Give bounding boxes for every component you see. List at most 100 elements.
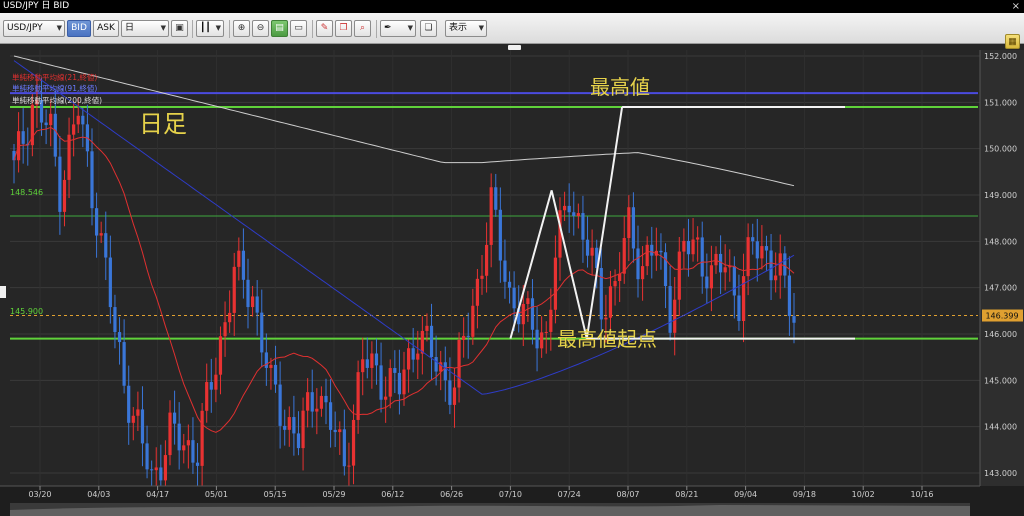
candle-body [333,429,337,433]
ask-toggle[interactable]: ASK [93,20,119,37]
candle-body [700,237,704,277]
level-label-upper: 148.546 [10,188,43,197]
candle-body [590,247,594,256]
window-copy-icon[interactable]: ❏ [420,20,437,37]
time-tick-label: 05/01 [205,490,228,499]
candle-body [145,443,149,470]
symbol-select[interactable]: USD/JPY ▼ [3,20,65,37]
window-icon[interactable]: ▣ [171,20,188,37]
candle-body [452,387,457,405]
toolbar-divider [376,20,377,38]
time-tick-label: 05/15 [264,490,287,499]
candle-body [58,156,62,212]
zoom-out-icon[interactable]: ⊖ [252,20,269,37]
draw-tool-select[interactable]: ✒ ▼ [380,20,416,37]
fit-icon[interactable]: ▤ [271,20,288,37]
candle-body [81,115,85,125]
candle-body [663,252,668,287]
candle-body [62,179,67,212]
candle-body [604,317,608,320]
toolbar-divider [312,20,313,38]
scroll-icon[interactable]: ▭ [290,20,307,37]
time-tick-label: 07/24 [558,490,581,499]
annotation-timeframe: 日足 [139,110,187,138]
candle-body [397,372,402,395]
candle-body [168,412,172,456]
zoom-in-icon[interactable]: ⊕ [233,20,250,37]
timeframe-select-value: 日 [125,23,135,33]
time-tick-label: 10/02 [852,490,875,499]
candle-body [457,339,461,388]
candle-body [232,266,236,313]
price-tick-label: 149.000 [984,191,1017,200]
candle-body [306,392,310,411]
legend-ma200: 単純移動平均線(200,終値) [12,95,102,105]
candle-body [172,412,177,424]
candle-body [361,359,365,373]
indicator-copy-icon[interactable]: ❐ [335,20,352,37]
candle-body [416,353,420,360]
candle-body [507,281,512,288]
display-menu[interactable]: 表示 ▼ [445,20,487,37]
chart-type-select[interactable]: ┃┃ ▼ [196,20,224,37]
level-label-lower: 145.900 [10,307,43,316]
timeframe-select[interactable]: 日 ▼ [121,20,169,37]
candle-body [186,440,190,446]
annotation-high-start: 最高値起点 [557,327,657,351]
price-tick-label: 143.000 [984,469,1017,478]
symbol-select-value: USD/JPY [7,23,43,33]
candle-body [49,113,53,126]
candle-body [553,257,558,310]
chart-pane[interactable]: 152.000 151.000 150.000 149.000 148.000 147.0… [0,50,1024,516]
candle-body [489,187,493,245]
candle-body [466,335,470,337]
candle-body [585,239,590,256]
candle-body [384,396,388,400]
candle-body [273,364,278,385]
candle-body [278,384,282,426]
candle-body [241,250,246,280]
time-tick-label: 06/26 [440,490,463,499]
candle-body [250,296,255,308]
time-tick-label: 08/07 [616,490,639,499]
trading-app-window: USD/JPY 日 BID × USD/JPY ▼ BID ASK 日 ▼ ▣ ┃┃… [0,0,1024,516]
candle-body [338,429,342,433]
indicator-search-icon[interactable]: ⌕ [354,20,371,37]
left-scroll-handle[interactable] [0,286,6,298]
candle-body [319,395,324,409]
display-menu-label: 表示 [449,23,468,33]
bar-chart-icon: ┃┃ [200,23,211,33]
candle-body [117,332,122,343]
candle-body [572,212,576,216]
candle-body [462,335,466,340]
candle-body [443,362,447,381]
candle-body [108,257,112,308]
settings-icon[interactable]: ▦ [1005,34,1020,49]
candle-body [668,286,672,333]
candle-body [177,423,181,451]
candle-body [218,336,223,375]
candle-body [347,465,351,467]
price-chart[interactable]: 152.000 151.000 150.000 149.000 148.000 147.0… [0,50,1024,516]
candle-body [526,298,530,304]
toolbar-divider [229,20,230,38]
candle-body [659,250,663,253]
legend-ma21: 単純移動平均線(21,終値) [12,72,97,82]
candle-body [264,352,268,368]
candle-body [296,433,301,449]
price-tick-label: 148.000 [984,237,1017,246]
price-tick-label: 152.000 [984,52,1017,61]
current-price-tag: 146.399 [982,309,1023,322]
candle-body [255,296,259,313]
current-price-value: 146.399 [985,312,1018,321]
time-tick-label: 08/21 [675,490,698,499]
candle-body [503,260,507,282]
indicator-icon[interactable]: ✎ [316,20,333,37]
candle-body [723,267,727,273]
candle-body [406,348,411,370]
close-icon[interactable]: × [1012,0,1020,13]
bid-toggle[interactable]: BID [67,20,91,37]
chevron-down-icon: ▼ [478,24,484,32]
indicator-legend: 単純移動平均線(21,終値) 単純移動平均線(91,終値) 単純移動平均線(20… [12,72,102,105]
candle-body [631,207,636,249]
